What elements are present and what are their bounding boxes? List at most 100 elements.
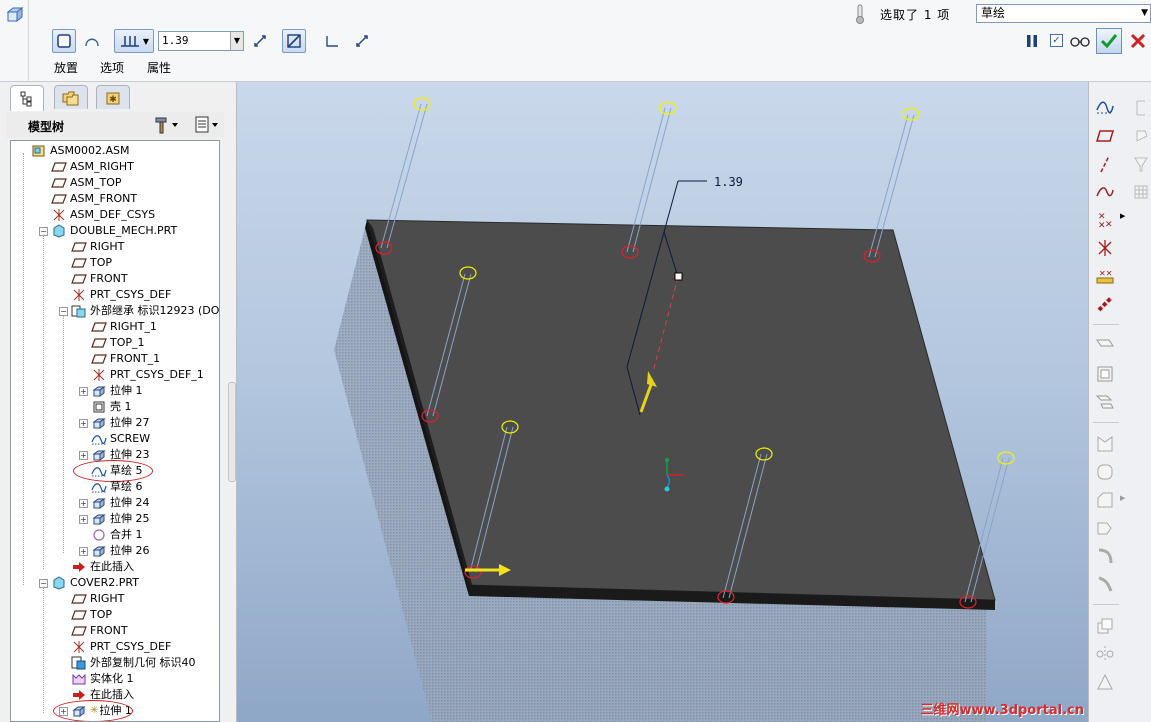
tab-favorites[interactable]: ✱ bbox=[96, 85, 130, 109]
expand-toggle[interactable]: + bbox=[79, 451, 88, 460]
tree-item[interactable]: DOUBLE_MECH.PRT bbox=[51, 223, 177, 239]
tab-model-tree[interactable] bbox=[10, 85, 44, 111]
expand-toggle[interactable]: + bbox=[79, 547, 88, 556]
tree-item[interactable]: FRONT bbox=[71, 271, 128, 287]
tree-item[interactable]: FRONT bbox=[71, 623, 128, 639]
tree-item[interactable]: TOP bbox=[71, 255, 112, 271]
tree-item[interactable]: COVER2.PRT bbox=[51, 575, 139, 591]
draft-tool-button[interactable] bbox=[1093, 432, 1117, 456]
tree-item[interactable]: 外部继承 标识12923 (DOUBL bbox=[71, 303, 219, 319]
tree-item[interactable]: 拉伸 27 bbox=[91, 415, 150, 431]
tree-item[interactable]: 外部复制几何 标识40 bbox=[71, 655, 196, 671]
tree-item[interactable]: 草绘 6 bbox=[91, 479, 143, 495]
copy-tool-button[interactable] bbox=[1093, 614, 1117, 638]
expand-toggle[interactable]: + bbox=[59, 707, 68, 716]
tree-item[interactable]: 实体化 1 bbox=[71, 671, 134, 687]
tree-item[interactable]: 拉伸 23 bbox=[91, 447, 150, 463]
datum-point-tool-button[interactable]: ✕ ✕ ✕ bbox=[1093, 208, 1117, 232]
verify-glasses-button[interactable] bbox=[1068, 33, 1092, 49]
tree-item[interactable]: 在此插入 bbox=[71, 687, 134, 703]
tree-item[interactable]: 草绘 5 bbox=[91, 463, 143, 479]
tab-placement[interactable]: 放置 bbox=[54, 59, 78, 76]
tree-item[interactable]: ASM_FRONT bbox=[51, 191, 137, 207]
variable-sweep-tool-button[interactable] bbox=[1093, 572, 1117, 596]
hole-tool-button[interactable] bbox=[1093, 334, 1117, 358]
datum-plane-tool-button[interactable] bbox=[1093, 124, 1117, 148]
chain-tool-button[interactable] bbox=[1093, 292, 1117, 316]
flip-direction-button[interactable] bbox=[248, 29, 272, 53]
depth-dimension-label[interactable]: 1.39 bbox=[714, 175, 743, 189]
tree-item[interactable]: PRT_CSYS_DEF bbox=[71, 287, 171, 303]
tree-item[interactable]: 合并 1 bbox=[91, 527, 143, 543]
collapse-toggle[interactable]: − bbox=[39, 579, 48, 588]
expand-toggle[interactable]: + bbox=[79, 515, 88, 524]
funnel-column2-button[interactable] bbox=[1127, 152, 1151, 176]
thicken-sketch-button[interactable] bbox=[320, 29, 344, 53]
tree-item[interactable]: FRONT_1 bbox=[91, 351, 160, 367]
tab-options[interactable]: 选项 bbox=[100, 59, 124, 76]
tree-item[interactable]: 在此插入 bbox=[71, 559, 134, 575]
preview-checkbox[interactable]: ✓ bbox=[1050, 34, 1063, 47]
navigator-sash[interactable] bbox=[228, 382, 236, 482]
analysis-tool-button[interactable]: ✕✕ bbox=[1093, 264, 1117, 288]
selection-filter-select[interactable]: 草绘 ▼ bbox=[976, 4, 1151, 23]
sketch-tool-button[interactable] bbox=[1093, 94, 1117, 118]
graphics-window[interactable]: 1.39 三维网www.3dportal.cn bbox=[237, 82, 1088, 722]
chamfer-tool-button[interactable] bbox=[1093, 488, 1117, 512]
blend-tool-button[interactable] bbox=[1093, 516, 1117, 540]
tree-item[interactable]: ASM_DEF_CSYS bbox=[51, 207, 155, 223]
tree-item[interactable]: RIGHT_1 bbox=[91, 319, 157, 335]
tree-item-label: 合并 1 bbox=[110, 528, 143, 541]
tree-item[interactable]: TOP_1 bbox=[91, 335, 145, 351]
tree-show-button[interactable] bbox=[192, 115, 222, 135]
tree-item[interactable]: ASM_RIGHT bbox=[51, 159, 134, 175]
tree-item[interactable]: 拉伸 25 bbox=[91, 511, 150, 527]
tree-item[interactable]: RIGHT bbox=[71, 239, 124, 255]
hole-column2-button[interactable] bbox=[1127, 96, 1151, 120]
flip-thicken-button[interactable] bbox=[350, 29, 374, 53]
depth-option-dropdown[interactable]: ▼ bbox=[114, 29, 154, 53]
tree-item-label: ASM_RIGHT bbox=[70, 160, 134, 173]
datum-curve-tool-button[interactable] bbox=[1093, 180, 1117, 204]
pause-button[interactable] bbox=[1024, 33, 1040, 49]
tab-folder-browser[interactable] bbox=[54, 85, 88, 109]
collapse-toggle[interactable]: − bbox=[39, 227, 48, 236]
csys-tool-button[interactable] bbox=[1093, 236, 1117, 260]
ok-button[interactable] bbox=[1096, 28, 1122, 54]
tree-item[interactable]: PRT_CSYS_DEF_1 bbox=[91, 367, 204, 383]
tree-item[interactable]: 壳 1 bbox=[91, 399, 132, 415]
cancel-button[interactable] bbox=[1127, 30, 1149, 52]
tab-properties[interactable]: 属性 bbox=[147, 59, 171, 76]
sweep-tool-button[interactable] bbox=[1093, 544, 1117, 568]
round-tool-button[interactable] bbox=[1093, 460, 1117, 484]
merge-tool-button[interactable] bbox=[1093, 670, 1117, 694]
mirror-tool-button[interactable] bbox=[1093, 642, 1117, 666]
datum-plane-icon bbox=[71, 272, 87, 286]
tree-item[interactable]: ASM_TOP bbox=[51, 175, 122, 191]
tree-item[interactable]: 拉伸 24 bbox=[91, 495, 150, 511]
tree-item[interactable]: PRT_CSYS_DEF bbox=[71, 639, 171, 655]
sweep-icon bbox=[1098, 548, 1113, 564]
datum-axis-tool-button[interactable] bbox=[1093, 152, 1117, 176]
solid-extrude-button[interactable] bbox=[52, 29, 76, 53]
rib-tool-button[interactable] bbox=[1093, 390, 1117, 414]
grid-column2-button[interactable] bbox=[1127, 180, 1151, 204]
shell-tool-button[interactable] bbox=[1093, 362, 1117, 386]
expand-toggle[interactable]: + bbox=[79, 387, 88, 396]
tree-settings-button[interactable] bbox=[152, 115, 182, 135]
tree-item[interactable]: TOP bbox=[71, 607, 112, 623]
tree-item[interactable]: 拉伸 1 bbox=[91, 383, 143, 399]
remove-material-button[interactable] bbox=[282, 29, 306, 53]
expand-toggle[interactable]: + bbox=[79, 499, 88, 508]
tree-item[interactable]: SCREW bbox=[91, 431, 150, 447]
depth-input-dropdown-arrow[interactable]: ▼ bbox=[230, 32, 243, 50]
depth-drag-handle[interactable] bbox=[674, 272, 683, 281]
surface-extrude-button[interactable] bbox=[80, 29, 104, 53]
tree-item[interactable]: 拉伸 26 bbox=[91, 543, 150, 559]
tree-item[interactable]: ASM0002.ASM bbox=[31, 143, 130, 159]
expand-toggle[interactable]: + bbox=[79, 419, 88, 428]
pattern-column2-button[interactable] bbox=[1127, 124, 1151, 148]
tree-item[interactable]: RIGHT bbox=[71, 591, 124, 607]
collapse-toggle[interactable]: − bbox=[59, 307, 68, 316]
tree-item[interactable]: ✳ 拉伸 1 bbox=[71, 703, 132, 719]
